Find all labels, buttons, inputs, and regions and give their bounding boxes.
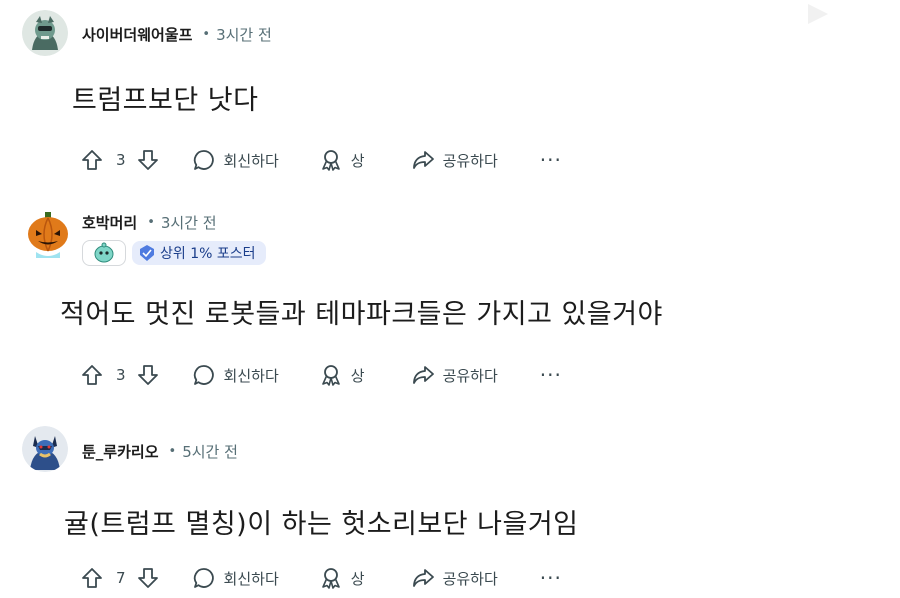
vote-count: 3 [116, 151, 126, 169]
pumpkin-avatar-icon [28, 212, 68, 258]
share-label: 공유하다 [442, 366, 498, 385]
award-button[interactable]: 상 [319, 148, 365, 172]
comment-text: 트럼프보단 낫다 [72, 85, 259, 116]
share-label: 공유하다 [442, 151, 498, 170]
corner-decoration-icon [808, 4, 828, 24]
arrow-down-icon [137, 568, 158, 588]
speech-bubble-icon [193, 365, 214, 385]
top-poster-flair[interactable]: 상위 1% 포스터 [132, 241, 266, 265]
arrow-down-icon [137, 150, 158, 170]
upvote-button[interactable] [80, 148, 104, 172]
award-icon [321, 365, 340, 386]
timestamp[interactable]: 3시간 전 [161, 212, 217, 233]
share-arrow-icon [412, 366, 434, 384]
share-arrow-icon [412, 151, 434, 169]
upvote-button[interactable] [80, 566, 104, 590]
award-icon [321, 150, 340, 171]
vote-count: 3 [116, 366, 126, 384]
snoo-badge-icon [94, 242, 114, 263]
award-label: 상 [350, 569, 365, 588]
share-arrow-icon [412, 569, 434, 587]
reply-button[interactable]: 회신하다 [192, 363, 279, 387]
achievement-badge[interactable] [82, 240, 126, 266]
share-button[interactable]: 공유하다 [411, 566, 498, 590]
separator-dot: • [147, 215, 155, 230]
award-label: 상 [350, 151, 365, 170]
avatar[interactable] [22, 426, 68, 472]
more-options-button[interactable]: ··· [540, 365, 562, 385]
downvote-button[interactable] [136, 148, 160, 172]
more-options-button[interactable]: ··· [540, 150, 562, 170]
reply-label: 회신하다 [223, 151, 279, 170]
comment-actions: 7 회신하다 상 공유하다 ··· [80, 566, 562, 590]
timestamp[interactable]: 3시간 전 [216, 24, 272, 45]
username[interactable]: 호박머리 [82, 212, 137, 233]
reply-button[interactable]: 회신하다 [192, 148, 279, 172]
vote-count: 7 [116, 569, 126, 587]
comment-text: 적어도 멋진 로봇들과 테마파크들은 가지고 있을거야 [60, 299, 663, 330]
arrow-up-icon [82, 568, 102, 588]
speech-bubble-icon [193, 150, 214, 170]
award-button[interactable]: 상 [319, 363, 365, 387]
share-label: 공유하다 [442, 569, 498, 588]
more-options-button[interactable]: ··· [540, 568, 562, 588]
reply-label: 회신하다 [223, 569, 279, 588]
timestamp[interactable]: 5시간 전 [182, 441, 238, 462]
username[interactable]: 사이버더웨어울프 [82, 24, 192, 45]
share-button[interactable]: 공유하다 [411, 148, 498, 172]
arrow-up-icon [82, 150, 102, 170]
speech-bubble-icon [193, 568, 214, 588]
reply-label: 회신하다 [223, 366, 279, 385]
comment-actions: 3 회신하다 상 공유하다 ··· [80, 148, 562, 172]
username[interactable]: 툰_루카리오 [82, 441, 159, 462]
comment-text: 귤(트럼프 멸칭)이 하는 헛소리보단 나을거임 [64, 509, 579, 540]
downvote-button[interactable] [136, 363, 160, 387]
reply-button[interactable]: 회신하다 [192, 566, 279, 590]
avatar[interactable] [22, 10, 68, 56]
award-button[interactable]: 상 [319, 566, 365, 590]
share-button[interactable]: 공유하다 [411, 363, 498, 387]
upvote-button[interactable] [80, 363, 104, 387]
separator-dot: • [202, 27, 211, 42]
poster-rank-icon [140, 245, 154, 261]
arrow-down-icon [137, 365, 158, 385]
avatar[interactable] [26, 212, 70, 258]
separator-dot: • [168, 444, 177, 459]
award-icon [321, 568, 340, 589]
wolf-avatar-icon [22, 10, 68, 56]
arrow-up-icon [82, 365, 102, 385]
lucario-avatar-icon [22, 426, 68, 472]
comment-actions: 3 회신하다 상 공유하다 ··· [80, 363, 562, 387]
downvote-button[interactable] [136, 566, 160, 590]
flair-label: 상위 1% 포스터 [160, 246, 256, 262]
award-label: 상 [350, 366, 365, 385]
